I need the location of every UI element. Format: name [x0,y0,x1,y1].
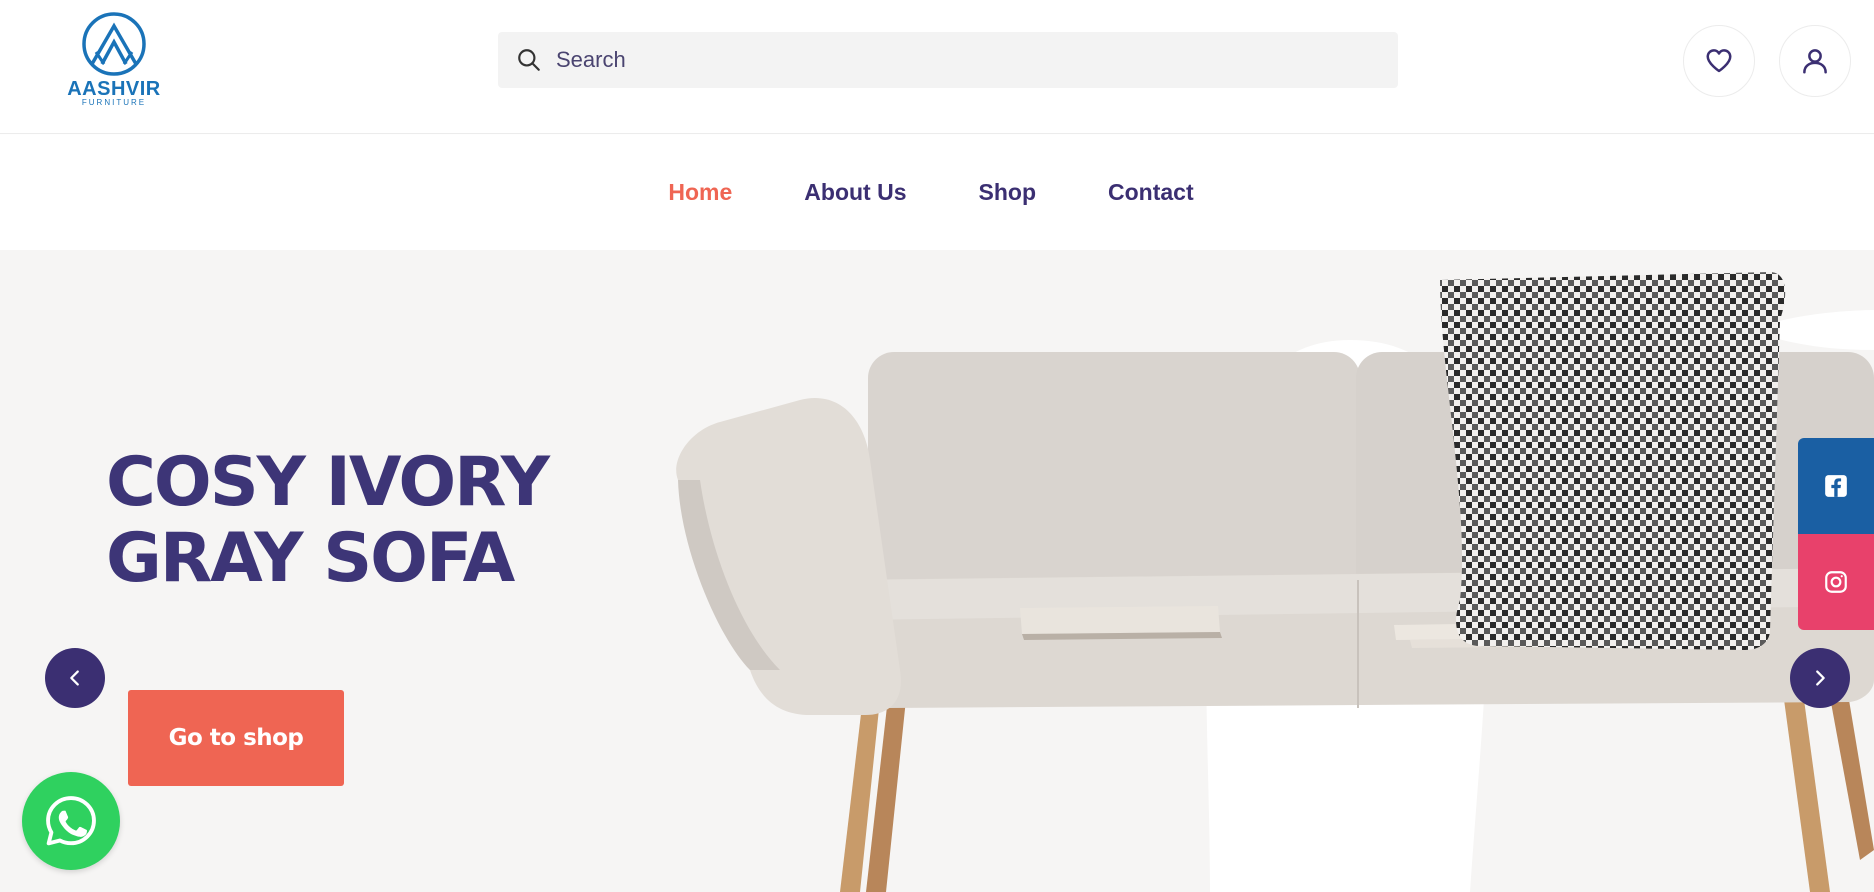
sofa-image [676,272,1874,892]
hero-slider: COSY IVORY GRAY SOFA Go to shop [0,250,1874,892]
account-button[interactable] [1779,25,1851,97]
hero-title: COSY IVORY GRAY SOFA [106,445,666,597]
nav-item-shop[interactable]: Shop [979,179,1037,206]
facebook-icon [1825,475,1847,497]
go-to-shop-button[interactable]: Go to shop [128,690,344,786]
nav-item-about-us[interactable]: About Us [804,179,906,206]
instagram-link[interactable] [1798,534,1874,630]
nav-item-home[interactable]: Home [668,179,732,206]
chevron-left-icon [70,670,79,686]
site-header: AASHVIR FURNITURE [0,0,1874,134]
instagram-icon [1825,571,1847,593]
slider-next-button[interactable] [1790,648,1850,708]
chevron-right-icon [1816,670,1825,686]
search-bar [498,32,1398,88]
facebook-link[interactable] [1798,438,1874,534]
main-nav: Home About Us Shop Contact [0,135,1874,250]
heart-icon [1706,49,1732,73]
logo-mark-icon [82,12,146,76]
brand-logo[interactable]: AASHVIR FURNITURE [66,12,162,108]
wishlist-button[interactable] [1683,25,1755,97]
brand-tagline: FURNITURE [81,98,147,107]
whatsapp-button[interactable] [22,772,120,870]
search-icon[interactable] [516,47,542,73]
whatsapp-icon [46,796,96,846]
search-input[interactable] [556,47,1376,73]
hero-title-line-2: GRAY SOFA [106,519,515,598]
nav-item-contact[interactable]: Contact [1108,179,1194,206]
hero-title-line-1: COSY IVORY [106,443,550,522]
slider-prev-button[interactable] [45,648,105,708]
user-icon [1803,49,1827,74]
